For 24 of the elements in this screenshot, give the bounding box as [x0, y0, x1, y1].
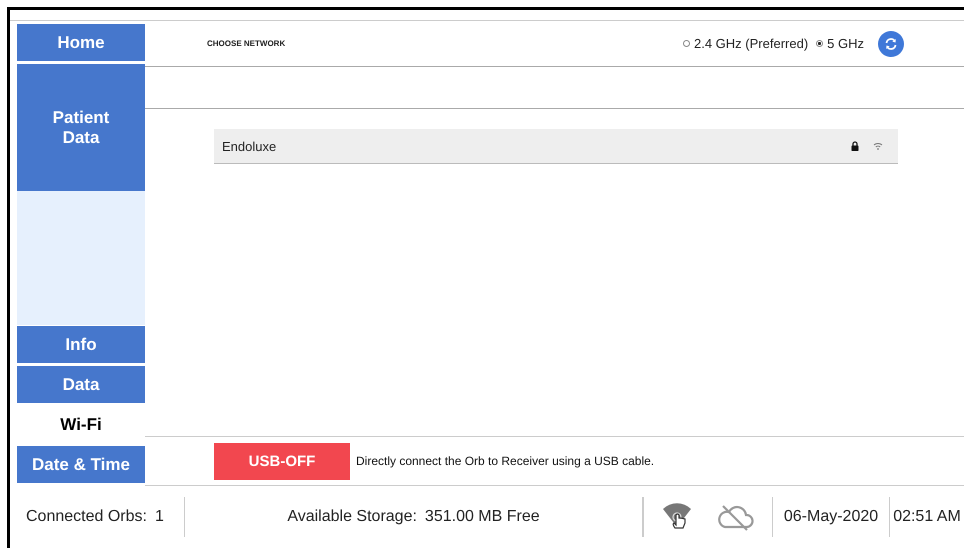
cloud-off-icon: [715, 503, 755, 531]
network-name: Endoluxe: [222, 138, 278, 154]
sidebar-item[interactable]: Data: [17, 366, 145, 403]
storage-label: Available Storage:: [287, 508, 417, 526]
band-label[interactable]: 5 GHz: [827, 36, 864, 51]
sidebar-item[interactable]: Info: [17, 326, 145, 363]
band-label[interactable]: 2.4 GHz (Preferred): [694, 36, 808, 51]
usb-toggle-button[interactable]: USB-OFF: [214, 442, 350, 480]
storage-value: 351.00 MB Free: [424, 508, 540, 526]
wifi-signal-icon: [873, 142, 883, 150]
usb-description: Directly connect the Orb to Receiver using a USB cable.: [356, 454, 654, 468]
sidebar-item[interactable]: Home: [17, 24, 145, 61]
sidebar-item[interactable]: Patient Data: [17, 64, 145, 191]
radio-button[interactable]: [816, 40, 824, 47]
radio-button[interactable]: [683, 40, 690, 47]
refresh-icon: [884, 36, 898, 50]
sidebar-item[interactable]: Date & Time: [17, 446, 145, 483]
network-item[interactable]: Endoluxe: [214, 129, 898, 164]
orbs-count: 1: [154, 508, 164, 526]
refresh-button[interactable]: [878, 30, 904, 56]
orbs-label: Connected Orbs:: [26, 508, 147, 526]
section-title: CHOOSE NETWORK: [207, 39, 286, 48]
time-text: 02:51 AM: [893, 508, 961, 526]
date-text: 06-May-2020: [784, 508, 878, 526]
